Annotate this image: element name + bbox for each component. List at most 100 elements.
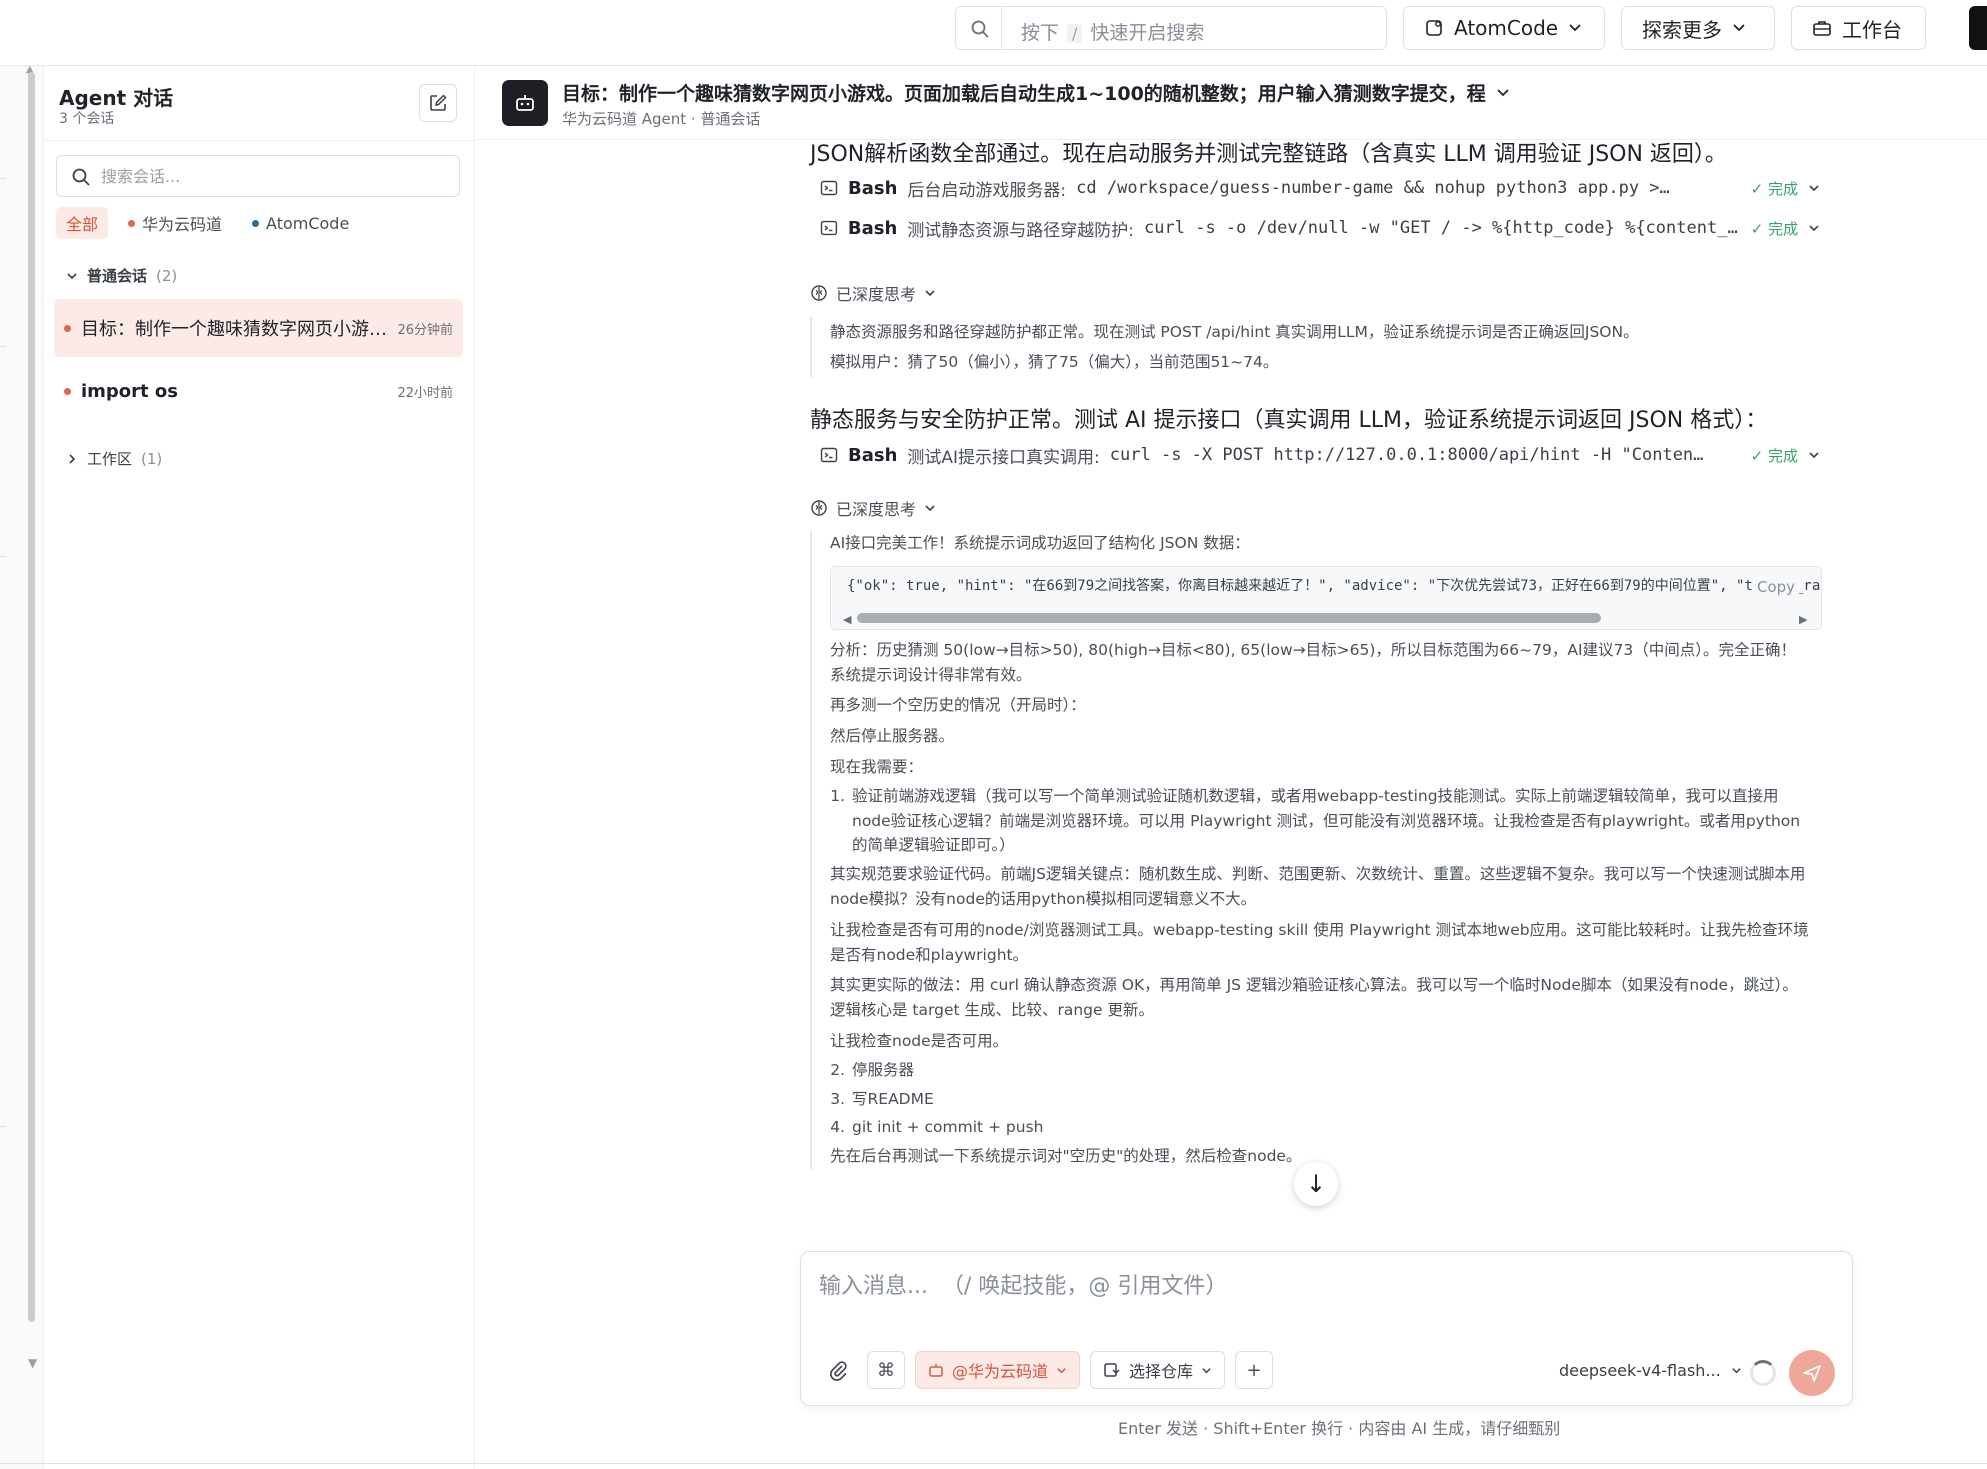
sidebar-title: Agent 对话 bbox=[59, 86, 174, 110]
explore-more-button[interactable]: 探索更多 bbox=[1621, 6, 1775, 50]
send-button[interactable] bbox=[1789, 1350, 1835, 1396]
brain-icon bbox=[811, 500, 827, 516]
list-item: 写README bbox=[850, 1087, 1810, 1112]
conversation-search-input[interactable] bbox=[101, 164, 441, 188]
tool-command: cd /workspace/guess-number-game && nohup… bbox=[1076, 178, 1676, 198]
tool-name: Bash bbox=[848, 177, 898, 199]
atomcode-icon bbox=[1426, 20, 1442, 36]
group-workspace[interactable]: 工作区 (1) bbox=[66, 448, 162, 469]
atomcode-button[interactable]: AtomCode bbox=[1403, 6, 1605, 50]
thinking-content: AI接口完美工作！系统提示词成功返回了结构化 JSON 数据： {"ok": t… bbox=[810, 531, 1822, 1169]
thinking-paragraph: 再多测一个空历史的情况（开局时）： bbox=[830, 696, 1086, 715]
conversation-item[interactable]: import os 22小时前 bbox=[54, 362, 463, 420]
copy-button[interactable]: Copy bbox=[1753, 574, 1800, 599]
composer-footnote: Enter 发送 · Shift+Enter 换行 · 内容由 AI 生成，请仔… bbox=[1118, 1419, 1561, 1438]
tool-status: ✓ 完成 bbox=[1750, 219, 1799, 238]
arrow-down-icon: ↓ bbox=[1305, 1170, 1327, 1198]
conversation-title: 目标：制作一个趣味猜数字网页小游戏。页面加载后自动生成1~100的随机整数 bbox=[81, 319, 390, 340]
filter-huawei[interactable]: 华为云码道 bbox=[118, 207, 232, 239]
group-count: (2) bbox=[156, 266, 178, 285]
scroll-right-arrow[interactable]: ▶ bbox=[1799, 611, 1807, 629]
search-icon bbox=[971, 20, 989, 38]
conversation-time: 22小时前 bbox=[397, 385, 453, 401]
sidebar-separator bbox=[44, 140, 475, 141]
conversation-item[interactable]: 目标：制作一个趣味猜数字网页小游戏。页面加载后自动生成1~100的随机整数 26… bbox=[54, 299, 463, 357]
sidebar-subtitle: 3 个会话 bbox=[59, 111, 115, 127]
code-block[interactable]: {"ok": true, "hint": "在66到79之间找答案，你离目标越来… bbox=[830, 565, 1822, 630]
tool-call-row[interactable]: Bash 后台启动游戏服务器: cd /workspace/guess-numb… bbox=[820, 172, 1820, 204]
workbench-button[interactable]: 工作台 bbox=[1791, 6, 1926, 50]
repository-icon bbox=[1104, 1363, 1120, 1377]
chevron-down-icon bbox=[1733, 24, 1745, 32]
scroll-down-arrow[interactable]: ▼ bbox=[28, 1356, 37, 1370]
tool-command: curl -s -o /dev/null -w "GET / -> %{http… bbox=[1144, 218, 1741, 238]
tool-description: 后台启动游戏服务器: bbox=[907, 180, 1067, 201]
chevron-down-icon bbox=[1569, 24, 1581, 32]
model-name: deepseek-v4-flash... bbox=[1559, 1361, 1721, 1380]
global-search[interactable]: 按下 / 快速开启搜索 bbox=[955, 6, 1387, 50]
agent-selector[interactable]: @华为云码道 bbox=[915, 1351, 1081, 1389]
tool-call-row[interactable]: Bash 测试AI提示接口真实调用: curl -s -X POST http:… bbox=[820, 439, 1820, 471]
tool-call-row[interactable]: Bash 测试静态资源与路径穿越防护: curl -s -o /dev/null… bbox=[820, 212, 1820, 244]
command-button[interactable]: ⌘ bbox=[867, 1351, 905, 1389]
attach-button[interactable] bbox=[819, 1351, 857, 1389]
agent-avatar bbox=[502, 80, 548, 126]
filter-atomcode[interactable]: AtomCode bbox=[242, 207, 359, 239]
code-scrollbar[interactable]: ◀ ▶ bbox=[843, 611, 1811, 626]
thinking-toggle[interactable]: 已深度思考 bbox=[810, 281, 936, 305]
user-menu-edge[interactable] bbox=[1969, 6, 1987, 50]
group-normal-conversations[interactable]: 普通会话 (2) bbox=[66, 265, 177, 286]
scrollbar-thumb[interactable] bbox=[857, 612, 1601, 623]
conversation-search[interactable] bbox=[56, 155, 460, 197]
chevron-down-icon bbox=[1057, 1367, 1066, 1373]
thinking-paragraph: 然后停止服务器。 bbox=[830, 727, 955, 746]
composer-toolbar: ⌘ @华为云码道 选择仓库 + bbox=[819, 1351, 1274, 1389]
rail-divider bbox=[0, 346, 6, 347]
scroll-left-arrow[interactable]: ◀ bbox=[843, 611, 851, 629]
thinking-paragraph: 分析：历史猜测 50(low→目标>50), 80(high→目标<80), 6… bbox=[830, 640, 1796, 684]
conversation-time: 26分钟前 bbox=[397, 322, 453, 338]
chevron-down-icon bbox=[925, 290, 935, 297]
thinking-paragraph: 现在我需要： bbox=[830, 757, 924, 776]
thinking-paragraph: AI接口完美工作！系统提示词成功返回了结构化 JSON 数据： bbox=[830, 534, 1250, 552]
repository-selector[interactable]: 选择仓库 bbox=[1090, 1351, 1226, 1389]
assistant-text: JSON解析函数全部通过。现在启动服务并测试完整链路（含真实 LLM 调用验证 … bbox=[810, 142, 1727, 167]
workbench-label: 工作台 bbox=[1842, 17, 1902, 42]
chevron-down-icon bbox=[1809, 185, 1819, 192]
message-composer: ⌘ @华为云码道 选择仓库 + deepseek-v4-flash... bbox=[800, 1251, 1853, 1406]
conversation-sidebar: Agent 对话 3 个会话 全部 华为云码道 AtomCode 普通会话 (2… bbox=[44, 66, 475, 1469]
rail-divider bbox=[0, 556, 6, 557]
search-hint: 快速开启搜索 bbox=[1090, 22, 1205, 44]
thinking-toggle[interactable]: 已深度思考 bbox=[810, 496, 936, 520]
add-button[interactable]: + bbox=[1235, 1351, 1274, 1389]
tool-command: curl -s -X POST http://127.0.0.1:8000/ap… bbox=[1109, 445, 1710, 465]
group-label: 普通会话 bbox=[87, 267, 148, 285]
model-selector[interactable]: deepseek-v4-flash... bbox=[1559, 1361, 1742, 1380]
source-filters: 全部 华为云码道 AtomCode bbox=[56, 207, 359, 239]
thinking-paragraph: 其实更实际的做法：用 curl 确认静态资源 OK，再用简单 JS 逻辑沙箱验证… bbox=[830, 976, 1798, 1020]
status-dot bbox=[64, 387, 71, 395]
filter-all[interactable]: 全部 bbox=[56, 207, 109, 239]
conversation-heading[interactable]: 目标：制作一个趣味猜数字网页小游戏。页面加载后自动生成1~100的随机整数；用户… bbox=[562, 79, 1510, 106]
robot-icon bbox=[929, 1364, 943, 1377]
agent-chip-label: @华为云码道 bbox=[952, 1362, 1049, 1381]
scroll-to-bottom-button[interactable]: ↓ bbox=[1294, 1162, 1338, 1206]
search-shortcut-hint: 按下 / 快速开启搜索 bbox=[1021, 18, 1204, 45]
chevron-down-icon bbox=[1497, 88, 1509, 96]
terminal-icon bbox=[820, 447, 838, 463]
new-chat-button[interactable] bbox=[419, 84, 457, 122]
terminal-icon bbox=[820, 220, 838, 236]
status-dot bbox=[128, 219, 136, 227]
robot-icon bbox=[516, 95, 534, 111]
explore-label: 探索更多 bbox=[1642, 17, 1722, 42]
tool-name: Bash bbox=[847, 217, 898, 239]
loading-spinner-icon bbox=[1750, 1360, 1776, 1386]
code-text: {"ok": true, "hint": "在66到79之间找答案，你离目标越来… bbox=[847, 577, 1821, 594]
search-divider bbox=[1001, 7, 1002, 49]
left-scrollbar[interactable] bbox=[28, 72, 35, 1322]
paperclip-icon bbox=[830, 1361, 847, 1381]
message-area: JSON解析函数全部通过。现在启动服务并测试完整链路（含真实 LLM 调用验证 … bbox=[476, 140, 1987, 1240]
group-count: (1) bbox=[141, 449, 163, 468]
message-input[interactable] bbox=[819, 1268, 1829, 1328]
list-item: 停服务器 bbox=[850, 1058, 1810, 1083]
